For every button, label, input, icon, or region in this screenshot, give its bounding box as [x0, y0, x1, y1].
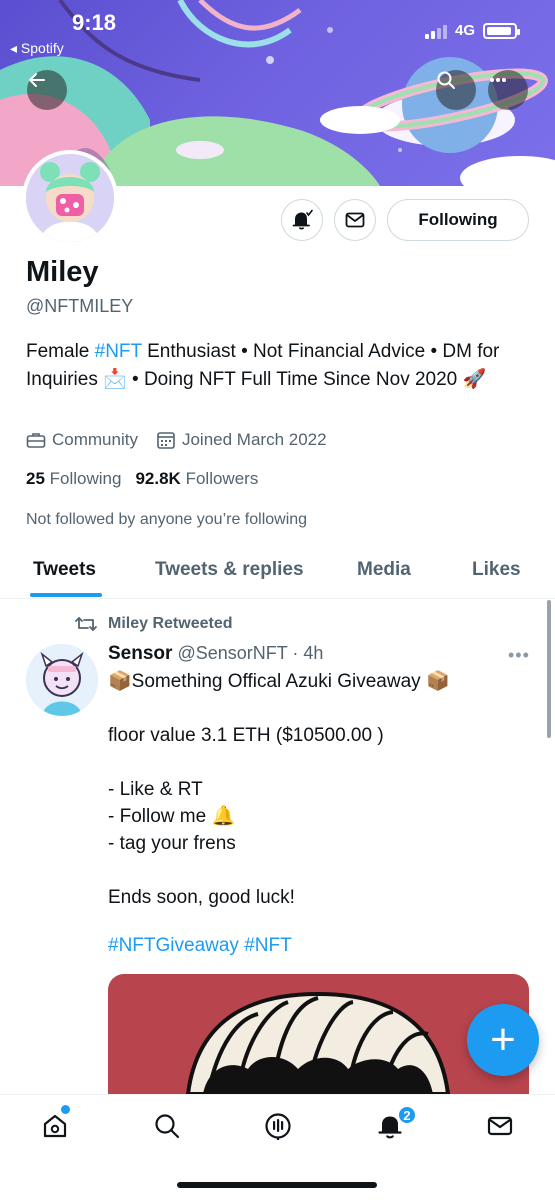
tweet-author-avatar[interactable]: [26, 644, 98, 716]
tab-tweets[interactable]: Tweets: [33, 559, 96, 581]
tab-media[interactable]: Media: [357, 559, 411, 581]
calendar-icon: [157, 432, 175, 449]
tab-tweets-and-replies[interactable]: Tweets & replies: [155, 559, 304, 581]
profile-meta: Community Joined March 2022: [26, 430, 327, 450]
scrollbar[interactable]: [547, 600, 551, 738]
status-indicators: 4G: [424, 22, 520, 39]
status-bar: 9:18 ◂ Spotify 4G: [0, 0, 555, 60]
compose-tweet-button[interactable]: +: [467, 1004, 539, 1076]
tab-likes[interactable]: Likes: [472, 559, 521, 581]
tweet-hashtags[interactable]: #NFTGiveaway #NFT: [108, 935, 292, 957]
profile-tabs: Tweets Tweets & replies Media Likes: [0, 545, 555, 599]
home-new-content-dot: [61, 1105, 70, 1114]
message-button[interactable]: [334, 199, 376, 241]
nav-home[interactable]: [38, 1109, 72, 1143]
profile-avatar[interactable]: [22, 150, 118, 246]
media-image: [185, 991, 451, 1094]
active-tab-indicator: [30, 593, 102, 597]
network-label: 4G: [454, 22, 475, 39]
more-options-button[interactable]: [488, 70, 528, 110]
following-count-link[interactable]: 25 Following: [26, 469, 121, 489]
home-indicator: [177, 1182, 377, 1188]
followers-count: 92.8K: [135, 469, 181, 488]
briefcase-icon: [26, 433, 46, 448]
profile-handle: @NFTMILEY: [26, 296, 134, 316]
profile-joined: Joined March 2022: [156, 430, 327, 450]
tweet-header: Sensor @SensorNFT · 4h: [108, 643, 323, 665]
nav-messages[interactable]: [483, 1109, 517, 1143]
battery-icon: [483, 22, 520, 39]
follow-counts: 25 Following 92.8K Followers: [26, 469, 258, 489]
retweet-context[interactable]: Miley Retweeted: [74, 614, 232, 634]
spaces-microphone-icon: [265, 1113, 291, 1140]
tweet-author-name[interactable]: Sensor: [108, 643, 172, 664]
author-avatar-illustration: [26, 644, 98, 716]
arrow-left-icon: [29, 73, 45, 87]
signal-icon: [424, 23, 447, 39]
avatar-illustration: [26, 154, 114, 242]
search-button[interactable]: [436, 70, 476, 110]
retweet-icon: [75, 617, 97, 631]
search-icon: [437, 71, 455, 89]
bio-text: Female: [26, 341, 95, 362]
status-time: 9:18: [72, 10, 117, 35]
tweet-text: 📦Something Offical Azuki Giveaway 📦 floo…: [108, 671, 450, 908]
envelope-icon: [345, 212, 365, 228]
tweet-media[interactable]: [108, 974, 529, 1094]
more-horizontal-icon: [490, 78, 506, 82]
home-icon: [43, 1114, 67, 1138]
tweet-time: · 4h: [292, 643, 324, 663]
nav-search[interactable]: [150, 1109, 184, 1143]
nav-spaces[interactable]: [261, 1109, 295, 1143]
following-button[interactable]: Following: [387, 199, 529, 241]
followers-count-link[interactable]: 92.8K Followers: [135, 469, 258, 489]
profile-category: Community: [26, 430, 138, 450]
back-to-app-link[interactable]: ◂ Spotify: [10, 40, 64, 57]
following-count: 25: [26, 469, 45, 488]
following-label: Following: [49, 469, 122, 488]
tweet-author-handle[interactable]: @SensorNFT: [177, 643, 287, 663]
bio-hashtag-nft[interactable]: #NFT: [95, 341, 142, 362]
back-button[interactable]: [27, 70, 67, 110]
notifications-badge: 2: [397, 1105, 417, 1125]
notifications-subscribe-button[interactable]: [281, 199, 323, 241]
retweeted-by-label: Miley Retweeted: [108, 615, 233, 632]
bell-check-icon: [292, 209, 313, 230]
profile-name: Miley: [26, 256, 99, 288]
profile-bio: Female #NFT Enthusiast • Not Financial A…: [26, 338, 531, 394]
search-icon: [155, 1114, 180, 1139]
tweet-more-button[interactable]: •••: [508, 645, 530, 666]
envelope-icon: [487, 1116, 513, 1136]
followers-label: Followers: [185, 469, 259, 488]
mutual-followers-note: Not followed by anyone you’re following: [26, 511, 308, 528]
category-label: Community: [52, 430, 138, 449]
joined-label: Joined March 2022: [181, 430, 327, 449]
